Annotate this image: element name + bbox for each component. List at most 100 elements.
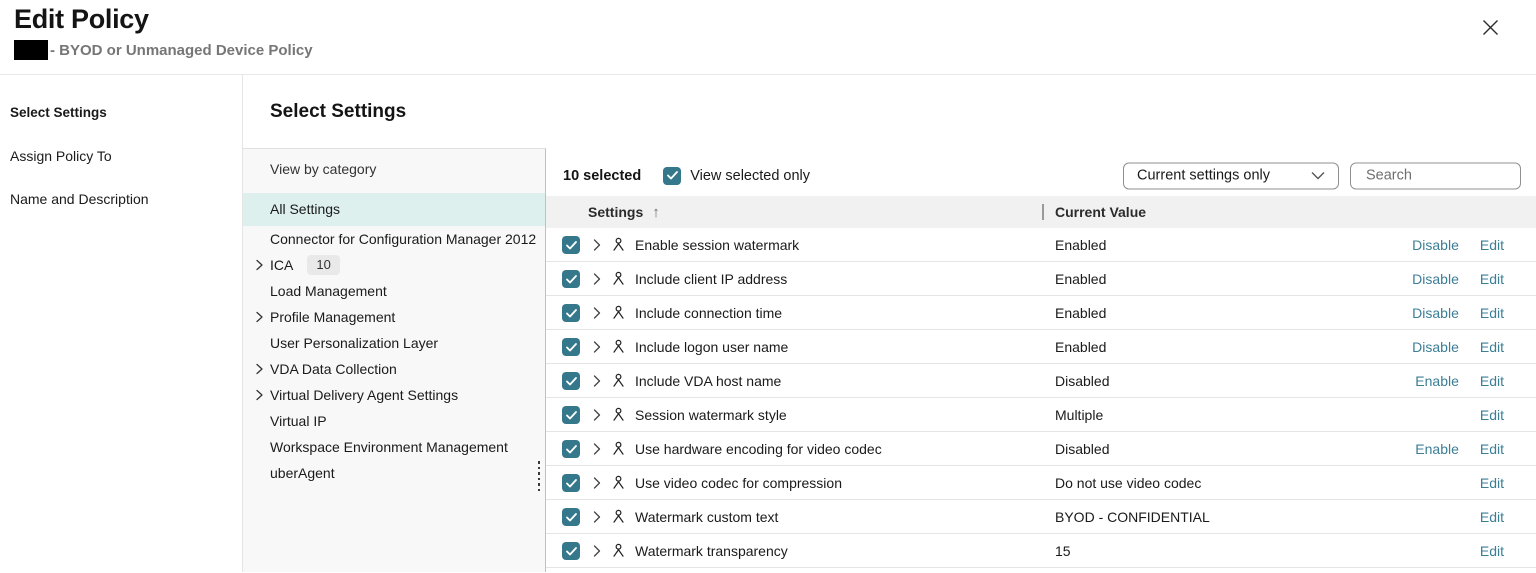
checkbox-check-icon: [667, 167, 678, 185]
expand-chevron-icon[interactable]: [593, 545, 601, 557]
edit-link[interactable]: Edit: [1480, 305, 1504, 321]
sort-ascending-icon[interactable]: ↑: [652, 204, 660, 221]
setting-name: Include VDA host name: [635, 373, 781, 389]
category-item[interactable]: Connector for Configuration Manager 2012: [243, 226, 545, 252]
toggle-action-link[interactable]: Disable: [1409, 305, 1459, 321]
settings-filter-dropdown[interactable]: Current settings only: [1123, 162, 1339, 189]
toggle-action-link[interactable]: Disable: [1409, 237, 1459, 253]
close-button[interactable]: [1478, 17, 1502, 41]
edit-link[interactable]: Edit: [1480, 339, 1504, 355]
edit-link[interactable]: Edit: [1480, 237, 1504, 253]
edit-link[interactable]: Edit: [1480, 271, 1504, 287]
sidebar-item-select-settings[interactable]: Select Settings: [10, 105, 242, 125]
expand-chevron-icon[interactable]: [593, 341, 601, 353]
row-checkbox[interactable]: [562, 508, 580, 526]
category-label: User Personalization Layer: [270, 330, 438, 356]
user-setting-icon: [611, 509, 626, 524]
row-checkbox[interactable]: [562, 338, 580, 356]
expand-chevron-icon[interactable]: [593, 511, 601, 523]
toggle-action-link[interactable]: Enable: [1409, 441, 1459, 457]
row-actions: Disable Edit: [1409, 271, 1504, 287]
category-label: uberAgent: [270, 460, 335, 486]
table-row: Use video codec for compression Do not u…: [546, 466, 1536, 500]
setting-current-value: Enabled: [1055, 305, 1106, 321]
row-checkbox[interactable]: [562, 474, 580, 492]
category-item[interactable]: ICA 10: [243, 252, 545, 278]
category-label: All Settings: [270, 193, 340, 226]
expand-chevron-icon[interactable]: [593, 443, 601, 455]
chevron-right-icon: [256, 260, 263, 271]
setting-current-value: Enabled: [1055, 339, 1106, 355]
search-input[interactable]: [1350, 162, 1521, 189]
expand-chevron-icon[interactable]: [593, 477, 601, 489]
checkbox-check-icon: [566, 407, 577, 423]
table-row: Watermark transparency 15 Edit: [546, 534, 1536, 568]
edit-link[interactable]: Edit: [1480, 373, 1504, 389]
sidebar-item-name-and-description[interactable]: Name and Description: [10, 191, 242, 211]
edit-link[interactable]: Edit: [1480, 543, 1504, 559]
setting-current-value: Do not use video codec: [1055, 475, 1201, 491]
expand-chevron-icon[interactable]: [593, 273, 601, 285]
category-item[interactable]: Virtual Delivery Agent Settings: [243, 382, 545, 408]
edit-link[interactable]: Edit: [1480, 509, 1504, 525]
category-item[interactable]: uberAgent: [243, 460, 545, 486]
setting-name: Include connection time: [635, 305, 782, 321]
table-row: Use hardware encoding for video codec Di…: [546, 432, 1536, 466]
table-row: Include client IP address Enabled Disabl…: [546, 262, 1536, 296]
row-checkbox[interactable]: [562, 372, 580, 390]
category-label: Workspace Environment Management: [270, 434, 508, 460]
expand-chevron-icon[interactable]: [593, 239, 601, 251]
category-item[interactable]: Virtual IP: [243, 408, 545, 434]
category-item[interactable]: Profile Management: [243, 304, 545, 330]
table-row: Include logon user name Enabled Disable …: [546, 330, 1536, 364]
category-label: Connector for Configuration Manager 2012: [270, 226, 536, 252]
setting-current-value: 15: [1055, 543, 1071, 559]
row-checkbox[interactable]: [562, 542, 580, 560]
category-list-box: View by category All Settings Connector …: [243, 148, 546, 572]
user-setting-icon: [611, 271, 626, 286]
category-label: Virtual Delivery Agent Settings: [270, 382, 458, 408]
table-row: Watermark custom text BYOD - CONFIDENTIA…: [546, 500, 1536, 534]
category-item[interactable]: All Settings: [243, 193, 545, 226]
column-resize-divider[interactable]: [1042, 204, 1044, 220]
row-checkbox[interactable]: [562, 270, 580, 288]
category-list: All Settings Connector for Configuration…: [243, 193, 545, 486]
category-item[interactable]: Workspace Environment Management: [243, 434, 545, 460]
panel-resize-handle[interactable]: [538, 461, 541, 491]
setting-name: Enable session watermark: [635, 237, 799, 253]
view-selected-only-checkbox[interactable]: [663, 167, 681, 185]
setting-name: Include logon user name: [635, 339, 788, 355]
expand-chevron-icon[interactable]: [593, 409, 601, 421]
row-checkbox[interactable]: [562, 304, 580, 322]
chevron-down-icon: [1311, 168, 1325, 184]
category-item[interactable]: VDA Data Collection: [243, 356, 545, 382]
row-actions: Disable Edit: [1409, 305, 1504, 321]
column-header-settings[interactable]: Settings: [588, 204, 643, 220]
chevron-right-icon: [256, 390, 263, 401]
category-item[interactable]: User Personalization Layer: [243, 330, 545, 356]
user-setting-icon: [611, 373, 626, 388]
checkbox-check-icon: [566, 271, 577, 287]
toggle-action-link[interactable]: Disable: [1409, 271, 1459, 287]
category-item[interactable]: Load Management: [243, 278, 545, 304]
categories-panel: Select Settings View by category All Set…: [243, 75, 546, 572]
toggle-action-link[interactable]: Enable: [1409, 373, 1459, 389]
expand-chevron-icon[interactable]: [593, 307, 601, 319]
row-checkbox[interactable]: [562, 236, 580, 254]
view-selected-only-label: View selected only: [690, 168, 810, 184]
chevron-right-icon: [256, 312, 263, 323]
page-title: Edit Policy: [14, 2, 1536, 36]
user-setting-icon: [611, 475, 626, 490]
row-actions: Disable Edit: [1409, 237, 1504, 253]
edit-link[interactable]: Edit: [1480, 475, 1504, 491]
edit-link[interactable]: Edit: [1480, 407, 1504, 423]
expand-chevron-icon[interactable]: [593, 375, 601, 387]
edit-link[interactable]: Edit: [1480, 441, 1504, 457]
row-checkbox[interactable]: [562, 440, 580, 458]
table-row: Session watermark style Multiple Edit: [546, 398, 1536, 432]
row-checkbox[interactable]: [562, 406, 580, 424]
sidebar-item-assign-policy-to[interactable]: Assign Policy To: [10, 148, 242, 168]
setting-name: Use hardware encoding for video codec: [635, 441, 882, 457]
setting-current-value: Enabled: [1055, 271, 1106, 287]
toggle-action-link[interactable]: Disable: [1409, 339, 1459, 355]
